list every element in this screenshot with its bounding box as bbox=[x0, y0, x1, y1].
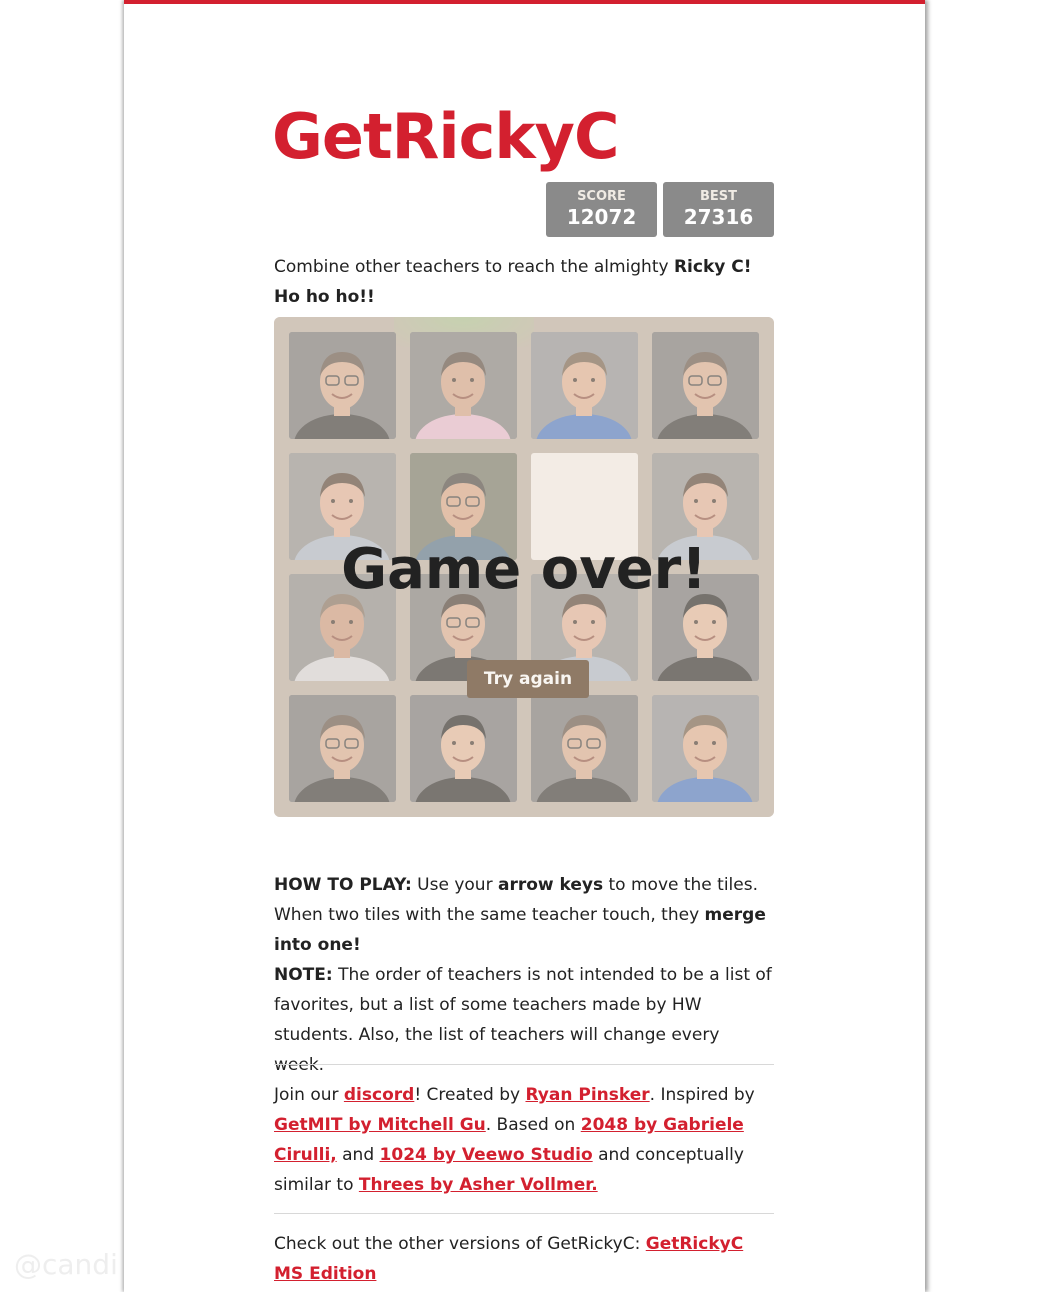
credits-text-3: . Inspired by bbox=[649, 1085, 755, 1105]
game-1024-link[interactable]: 1024 by Veewo Studio bbox=[380, 1145, 593, 1165]
divider bbox=[274, 1213, 774, 1214]
credits-text-5: and bbox=[336, 1145, 380, 1165]
score-value: 12072 bbox=[566, 205, 637, 229]
intro-text-plain: Combine other teachers to reach the almi… bbox=[274, 257, 674, 277]
best-value: 27316 bbox=[683, 205, 754, 229]
page: GetRickyC SCORE 12072 BEST 27316 Combine… bbox=[124, 0, 925, 1292]
best-box: BEST 27316 bbox=[663, 182, 774, 237]
other-versions: Check out the other versions of GetRicky… bbox=[274, 1229, 774, 1289]
how-to-play-label: HOW TO PLAY: bbox=[274, 875, 412, 895]
discord-link[interactable]: discord bbox=[344, 1085, 414, 1105]
creator-link[interactable]: Ryan Pinsker bbox=[525, 1085, 649, 1105]
credits: Join our discord! Created by Ryan Pinske… bbox=[274, 1080, 774, 1200]
scores: SCORE 12072 BEST 27316 bbox=[546, 182, 774, 237]
other-versions-text: Check out the other versions of GetRicky… bbox=[274, 1234, 646, 1254]
game-over-message: Game over! bbox=[341, 537, 707, 602]
try-again-button[interactable]: Try again bbox=[467, 660, 589, 698]
threes-link[interactable]: Threes by Asher Vollmer. bbox=[359, 1175, 598, 1195]
note-label: NOTE: bbox=[274, 965, 333, 985]
score-box: SCORE 12072 bbox=[546, 182, 657, 237]
page-title: GetRickyC bbox=[272, 100, 619, 173]
intro-text: Combine other teachers to reach the almi… bbox=[274, 252, 774, 312]
how-to-play: HOW TO PLAY: Use your arrow keys to move… bbox=[274, 870, 774, 1080]
note-text: The order of teachers is not intended to… bbox=[274, 965, 772, 1075]
game-board[interactable]: Game over! Try again bbox=[274, 317, 774, 817]
how-to-play-bold-1: arrow keys bbox=[497, 875, 604, 895]
how-to-play-text-1: Use your bbox=[411, 875, 498, 895]
credits-text-2: ! Created by bbox=[414, 1085, 526, 1105]
credits-text-4: . Based on bbox=[485, 1115, 581, 1135]
credits-text-1: Join our bbox=[274, 1085, 344, 1105]
watermark: @candi bbox=[14, 1248, 118, 1281]
best-label: BEST bbox=[699, 189, 738, 204]
getmit-link[interactable]: GetMIT by Mitchell Gu bbox=[274, 1115, 486, 1135]
score-label: SCORE bbox=[577, 189, 626, 204]
divider bbox=[274, 1064, 774, 1065]
